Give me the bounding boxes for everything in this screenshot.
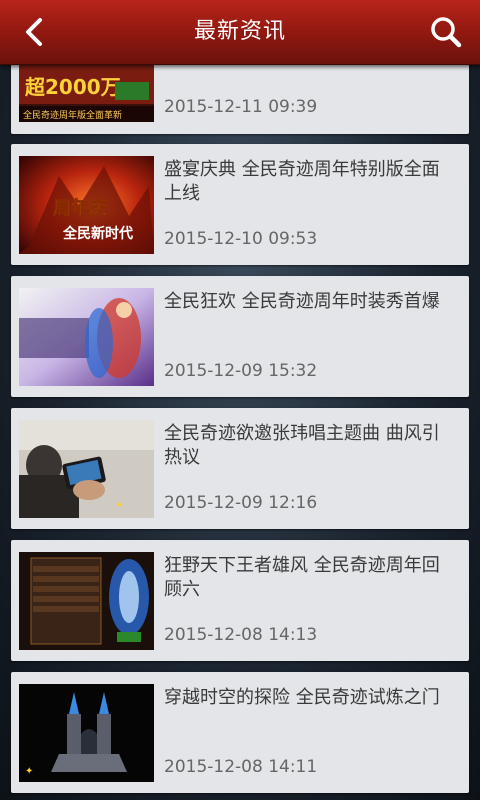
- news-item[interactable]: ✦ 全民奇迹欲邀张玮唱主题曲 曲风引热议 2015-12-09 12:16: [11, 408, 469, 529]
- thumbnail-subcaption: 全民奇迹周年版全面革新: [23, 109, 122, 121]
- news-thumbnail: 周年庆 全民新时代: [19, 156, 154, 254]
- news-thumbnail: [19, 288, 154, 386]
- news-thumbnail: [19, 552, 154, 650]
- thumbnail-caption: 超2000万: [24, 75, 121, 99]
- news-date: 2015-12-09 12:16: [164, 493, 318, 513]
- news-item[interactable]: 周年庆 全民新时代 盛宴庆典 全民奇迹周年特别版全面上线 2015-12-10 …: [11, 144, 469, 265]
- news-thumbnail: 超2000万 全民奇迹周年版全面革新: [19, 64, 154, 122]
- svg-text:✦: ✦: [25, 766, 33, 777]
- news-date: 2015-12-08 14:13: [164, 625, 318, 645]
- news-item[interactable]: 超2000万 全民奇迹周年版全面革新 2015-12-11 09:39: [11, 64, 469, 134]
- news-thumbnail: ✦: [19, 420, 154, 518]
- news-list[interactable]: 超2000万 全民奇迹周年版全面革新 2015-12-11 09:39 周年庆 …: [0, 64, 480, 800]
- app-header: 最新资讯: [0, 0, 480, 65]
- news-title: 穿越时空的探险 全民奇迹试炼之门: [164, 687, 440, 708]
- search-icon: [431, 17, 462, 48]
- search-button[interactable]: [426, 12, 466, 52]
- news-item[interactable]: 全民狂欢 全民奇迹周年时装秀首爆 2015-12-09 15:32: [11, 276, 469, 397]
- thumbnail-caption: 周年庆: [53, 197, 107, 219]
- news-date: 2015-12-10 09:53: [164, 229, 318, 249]
- page-title: 最新资讯: [193, 19, 286, 44]
- news-date: 2015-12-08 14:11: [164, 757, 318, 777]
- news-title: 狂野天下王者雄风 全民奇迹周年回顾六: [164, 555, 440, 600]
- news-title: 盛宴庆典 全民奇迹周年特别版全面上线: [164, 159, 440, 204]
- news-thumbnail: ✦: [19, 684, 154, 782]
- news-item[interactable]: ✦ 穿越时空的探险 全民奇迹试炼之门 2015-12-08 14:11: [11, 672, 469, 793]
- news-item[interactable]: 狂野天下王者雄风 全民奇迹周年回顾六 2015-12-08 14:13: [11, 540, 469, 661]
- news-title: 全民狂欢 全民奇迹周年时装秀首爆: [164, 291, 440, 312]
- svg-text:✦: ✦: [115, 500, 123, 511]
- thumbnail-subcaption: 全民新时代: [62, 225, 133, 242]
- news-date: 2015-12-11 09:39: [164, 97, 318, 117]
- news-date: 2015-12-09 15:32: [164, 361, 318, 381]
- news-title: 全民奇迹欲邀张玮唱主题曲 曲风引热议: [164, 423, 440, 468]
